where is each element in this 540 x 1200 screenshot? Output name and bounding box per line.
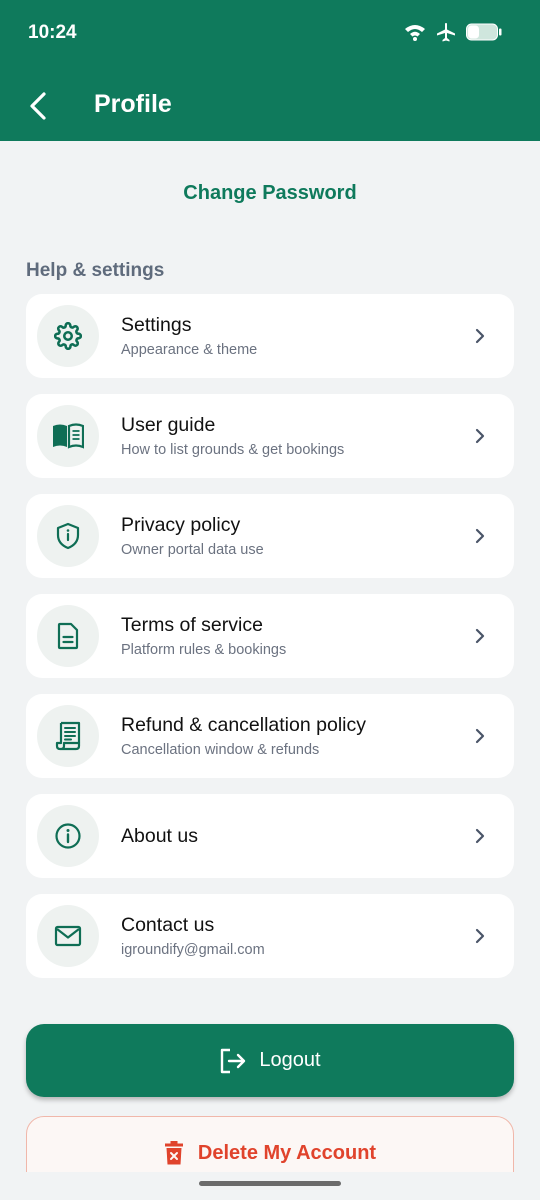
info-icon [37,805,99,867]
chevron-right-icon [475,528,485,544]
back-button[interactable] [22,86,54,126]
trash-icon [164,1141,183,1165]
item-title: Contact us [121,914,215,936]
item-subtitle: Appearance & theme [121,342,258,358]
document-icon [37,605,99,667]
item-title: User guide [121,414,216,436]
book-icon [37,405,99,467]
terms-of-service-item[interactable]: Terms of service Platform rules & bookin… [26,594,514,678]
item-title: Refund & cancellation policy [121,714,366,736]
logout-label: Logout [259,1049,321,1071]
help-settings-list: Settings Appearance & theme User guide H… [26,294,514,994]
chevron-right-icon [475,428,485,444]
mail-icon [37,905,99,967]
status-icons [404,22,502,47]
privacy-policy-item[interactable]: Privacy policy Owner portal data use [26,494,514,578]
status-time: 10:24 [28,22,77,43]
home-indicator[interactable] [199,1181,341,1186]
chevron-right-icon [475,328,485,344]
chevron-right-icon [475,828,485,844]
logout-button[interactable]: Logout [26,1024,514,1097]
change-password-link[interactable]: Change Password [0,182,540,205]
refund-cancellation-item[interactable]: Refund & cancellation policy Cancellatio… [26,694,514,778]
about-us-item[interactable]: About us [26,794,514,878]
item-subtitle: Cancellation window & refunds [121,742,320,758]
receipt-icon [37,705,99,767]
item-subtitle: Platform rules & bookings [121,642,287,658]
item-title: Privacy policy [121,514,241,536]
airplane-mode-icon [436,22,456,47]
item-title: Settings [121,314,192,336]
contact-us-item[interactable]: Contact us igroundify@gmail.com [26,894,514,978]
shield-icon [37,505,99,567]
app-header: 10:24 Profile [0,0,540,141]
settings-item[interactable]: Settings Appearance & theme [26,294,514,378]
delete-account-label: Delete My Account [197,1141,377,1164]
item-subtitle: Owner portal data use [121,542,264,558]
section-title-help-settings: Help & settings [26,260,165,281]
user-guide-item[interactable]: User guide How to list grounds & get boo… [26,394,514,478]
item-title: Terms of service [121,614,263,636]
status-bar: 10:24 [0,0,540,66]
item-subtitle: How to list grounds & get bookings [121,442,345,458]
wifi-icon [404,23,426,46]
logout-icon [221,1048,246,1073]
chevron-right-icon [475,928,485,944]
page-title: Profile [94,90,172,118]
chevron-right-icon [475,628,485,644]
chevron-left-icon [30,92,46,120]
gear-icon [37,305,99,367]
battery-icon [466,23,502,46]
chevron-right-icon [475,728,485,744]
item-subtitle: igroundify@gmail.com [121,942,265,958]
item-title: About us [121,824,198,847]
bottom-gesture-area [0,1172,540,1200]
